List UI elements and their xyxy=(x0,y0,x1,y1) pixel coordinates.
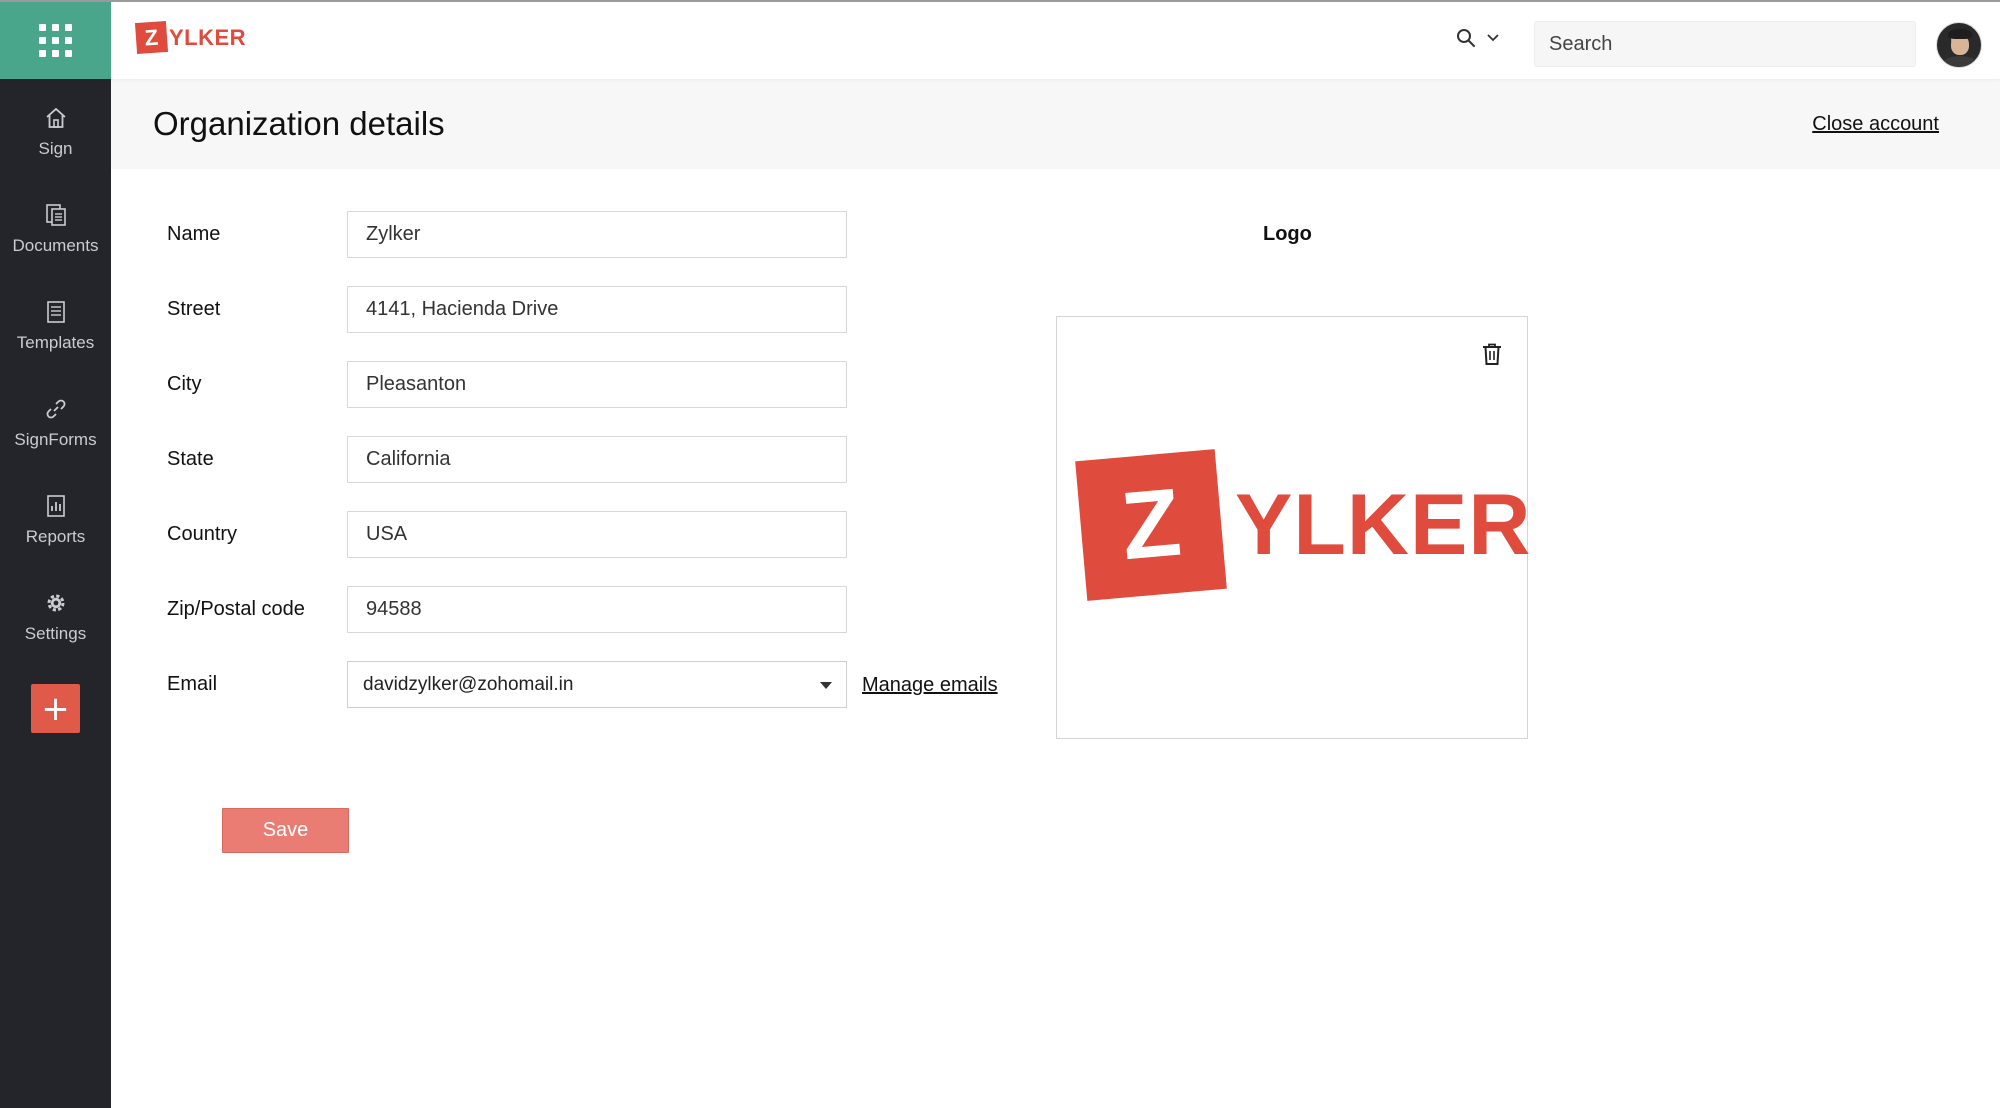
sidebar-item-settings[interactable]: Settings xyxy=(0,574,111,660)
zip-label: Zip/Postal code xyxy=(167,598,305,620)
avatar[interactable] xyxy=(1936,22,1982,68)
home-icon xyxy=(45,107,66,128)
sidebar-item-label: Reports xyxy=(25,527,86,546)
brand-logo-mark: Z xyxy=(134,20,169,55)
sidebar-item-documents[interactable]: Documents xyxy=(0,186,111,272)
country-field[interactable] xyxy=(347,511,847,558)
search-scope-dropdown[interactable] xyxy=(1456,28,1500,48)
sidebar-item-templates[interactable]: Templates xyxy=(0,283,111,369)
city-field[interactable] xyxy=(347,361,847,408)
brand-logo-text: YLKER xyxy=(169,24,247,50)
manage-emails-link[interactable]: Manage emails xyxy=(862,674,998,697)
link-icon xyxy=(46,399,65,419)
logo-preview: Z YLKER xyxy=(1056,316,1532,739)
search-input[interactable] xyxy=(1534,21,1916,67)
brand-logo[interactable]: Z YLKER xyxy=(134,20,247,55)
logo-label: Logo xyxy=(1263,223,1312,245)
city-label: City xyxy=(167,373,202,395)
app-switcher-button[interactable] xyxy=(0,2,111,79)
templates-icon xyxy=(46,301,65,323)
sidebar-item-sign[interactable]: Sign xyxy=(0,89,111,175)
email-label: Email xyxy=(167,673,218,695)
sidebar-item-label: Templates xyxy=(16,333,95,352)
gear-icon xyxy=(47,594,64,612)
zip-field[interactable] xyxy=(347,586,847,633)
reports-icon xyxy=(46,495,65,517)
sidebar-item-signforms[interactable]: SignForms xyxy=(0,380,111,466)
add-button[interactable]: + xyxy=(31,684,80,733)
top-bar: Z YLKER xyxy=(0,0,2000,79)
caret-down-icon xyxy=(820,682,832,689)
close-account-link[interactable]: Close account xyxy=(1812,113,1939,136)
documents-icon xyxy=(45,204,66,226)
sidebar: Sign Documents Templates SignForms Repor… xyxy=(0,79,111,1108)
email-select[interactable]: davidzylker@zohomail.in xyxy=(347,661,847,708)
email-select-value: davidzylker@zohomail.in xyxy=(363,673,574,695)
state-label: State xyxy=(167,448,214,470)
sidebar-item-label: Documents xyxy=(12,236,99,255)
page-header: Organization details Close account xyxy=(111,79,2000,169)
trash-icon[interactable] xyxy=(1480,341,1504,367)
logo-mark: Z xyxy=(1075,449,1227,601)
search-icon xyxy=(1457,29,1475,47)
sidebar-item-label: Sign xyxy=(38,139,73,158)
organization-logo: Z YLKER xyxy=(1075,449,1532,601)
sidebar-item-reports[interactable]: Reports xyxy=(0,477,111,563)
street-field[interactable] xyxy=(347,286,847,333)
state-field[interactable] xyxy=(347,436,847,483)
country-label: Country xyxy=(167,523,238,545)
sidebar-item-label: Settings xyxy=(24,624,87,643)
name-field[interactable] xyxy=(347,211,847,258)
logo-text: YLKER xyxy=(1235,476,1532,573)
chevron-down-icon xyxy=(1487,34,1499,42)
save-button[interactable]: Save xyxy=(222,808,349,853)
page-title: Organization details xyxy=(153,105,445,142)
sidebar-item-label: SignForms xyxy=(14,430,97,449)
name-label: Name xyxy=(167,223,221,245)
street-label: Street xyxy=(167,298,221,320)
apps-grid-icon xyxy=(39,24,72,57)
